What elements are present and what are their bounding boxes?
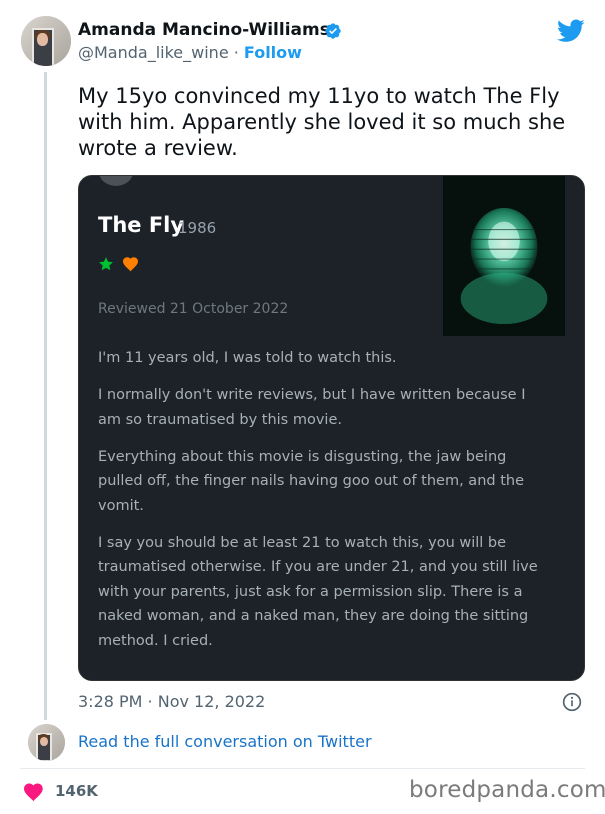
- boredpanda-watermark: boredpanda.com: [409, 777, 605, 803]
- tweet-text: My 15yo convinced my 11yo to watch The F…: [78, 84, 566, 160]
- review-body: I'm 11 years old, I was told to watch th…: [98, 346, 553, 666]
- like-count: 146K: [55, 782, 98, 800]
- twitter-bird-icon[interactable]: [557, 19, 585, 43]
- author-handle[interactable]: @Manda_like_wine: [78, 43, 229, 62]
- author-avatar-small[interactable]: [28, 724, 65, 761]
- review-paragraph: Everything about this movie is disgustin…: [98, 448, 524, 514]
- author-avatar[interactable]: [21, 16, 71, 66]
- divider: [20, 768, 585, 769]
- reviewer-avatar: [99, 176, 133, 186]
- review-screenshot[interactable]: The Fly 1986 Reviewed 21 October 2022 I'…: [78, 175, 585, 681]
- review-paragraph: I'm 11 years old, I was told to watch th…: [98, 350, 397, 366]
- author-name[interactable]: Amanda Mancino-Williams: [78, 20, 330, 40]
- tweet-timestamp[interactable]: 3:28 PM · Nov 12, 2022: [78, 692, 265, 711]
- rating-row: [98, 256, 140, 272]
- film-poster: [443, 176, 565, 336]
- review-date: Reviewed 21 October 2022: [98, 301, 289, 317]
- info-icon[interactable]: [562, 692, 582, 712]
- handle-separator: ·: [228, 43, 244, 62]
- liked-heart-icon: [123, 257, 138, 272]
- thread-line: [44, 72, 47, 720]
- heart-icon[interactable]: [23, 782, 45, 802]
- poster-fly-figure: [460, 207, 548, 325]
- film-year: 1986: [178, 219, 217, 237]
- read-conversation-link[interactable]: Read the full conversation on Twitter: [78, 732, 372, 751]
- review-paragraph: I normally don't write reviews, but I ha…: [98, 387, 526, 428]
- follow-button[interactable]: Follow: [244, 43, 302, 62]
- verified-badge-icon: [325, 23, 341, 39]
- review-paragraph: I say you should be at least 21 to watch…: [98, 534, 538, 649]
- film-title: The Fly: [98, 213, 185, 237]
- star-icon: [99, 257, 113, 271]
- handle-line: @Manda_like_wine · Follow: [78, 43, 302, 62]
